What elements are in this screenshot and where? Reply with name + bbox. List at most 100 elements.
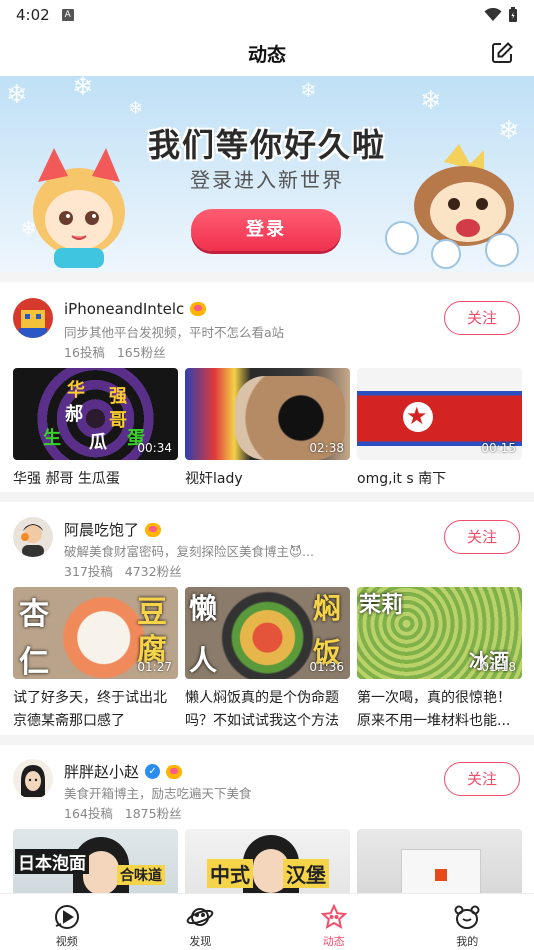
- thumb-text: 华: [67, 380, 85, 401]
- video-thumbnail: ★ 00:15: [357, 368, 522, 460]
- video-thumbnail: 华 强 郝 哥 生 瓜 蛋 00:34: [13, 368, 178, 460]
- snowflake-icon: ❄: [420, 86, 442, 116]
- thumb-text: 人: [189, 644, 218, 677]
- post-count: 164投稿: [64, 806, 113, 821]
- video-thumbnail: 02:38: [185, 368, 350, 460]
- uploader-name: 胖胖赵小赵: [64, 763, 140, 781]
- video-duration: 02:38: [309, 441, 344, 455]
- thumb-text: 仁: [19, 645, 49, 679]
- video-thumbnail: 懒 焖 人 饭 01:36: [185, 587, 350, 679]
- tab-feed[interactable]: 动态: [267, 894, 401, 950]
- video-card[interactable]: 茉莉 冰酒 01:18 第一次喝，真的很惊艳！原来不用一堆材料也能...: [357, 587, 522, 733]
- tab-label: 动态: [322, 935, 345, 948]
- video-duration: 00:15: [481, 441, 516, 455]
- uploader-name: 阿晨吃饱了: [64, 521, 140, 539]
- fan-count: 165粉丝: [116, 345, 166, 360]
- planet-icon: [186, 908, 214, 926]
- video-card[interactable]: 02:38 视奸lady: [185, 368, 350, 491]
- video-title: omg,it s 南下: [357, 471, 447, 487]
- vip-badge-icon: [166, 764, 183, 779]
- vip-badge-icon: [145, 522, 162, 537]
- bear-face-icon: [454, 905, 480, 929]
- tab-discover[interactable]: 发现: [134, 894, 268, 950]
- tab-label: 视频: [55, 935, 78, 948]
- uploader-stats: 317投稿 4732粉丝: [64, 561, 182, 580]
- thumb-text: 汉堡: [283, 859, 329, 888]
- page-title: 动态: [247, 43, 286, 66]
- snowflake-icon: ❄: [300, 78, 317, 102]
- section-divider: [0, 492, 534, 502]
- video-duration: 00:34: [137, 441, 172, 455]
- video-icon: [54, 905, 79, 929]
- uploader-name-row[interactable]: 阿晨吃饱了: [64, 519, 162, 540]
- tab-label: 我的: [456, 935, 479, 948]
- video-card[interactable]: 懒 焖 人 饭 01:36 懒人焖饭真的是个伪命题吗？不如试试我这个方法: [185, 587, 350, 733]
- tab-me[interactable]: 我的: [401, 894, 534, 950]
- uploader-bio: 美食开箱博主，励志吃遍天下美食: [64, 786, 252, 801]
- thumb-text: 强: [109, 386, 127, 407]
- thumb-text: 日本泡面: [15, 849, 89, 874]
- uploader-name: iPhoneandIntelc: [64, 300, 185, 318]
- video-card[interactable]: ★ 00:15 omg,it s 南下: [357, 368, 522, 491]
- uploader-stats: 16投稿 165粉丝: [64, 342, 166, 361]
- video-title: 华强 郝哥 生瓜蛋: [13, 471, 120, 487]
- video-row: 杏 豆 仁 腐 01:27 试了好多天，终于试出北京德某斋那口感了 懒 焖 人 …: [13, 587, 522, 733]
- status-bar: 4:02 A: [0, 0, 534, 30]
- vip-badge-icon: [190, 302, 207, 316]
- video-card[interactable]: 华 强 郝 哥 生 瓜 蛋 00:34 华强 郝哥 生瓜蛋: [13, 368, 178, 491]
- thumb-text: 焖: [313, 592, 342, 625]
- avatar[interactable]: [13, 517, 53, 557]
- video-thumbnail: 杏 豆 仁 腐 01:27: [13, 587, 178, 679]
- login-button[interactable]: 登录: [191, 209, 341, 251]
- battery-icon: [509, 7, 517, 22]
- thumb-text: 茉莉: [359, 593, 404, 618]
- video-card[interactable]: 杏 豆 仁 腐 01:27 试了好多天，终于试出北京德某斋那口感了: [13, 587, 178, 733]
- verified-icon: ✓: [145, 764, 161, 779]
- video-title: 视奸lady: [185, 471, 243, 487]
- video-title: 懒人焖饭真的是个伪命题吗？不如试试我这个方法: [185, 690, 339, 729]
- thumb-text: 中式: [207, 859, 253, 888]
- status-time: 4:02: [16, 6, 50, 24]
- video-row: 华 强 郝 哥 生 瓜 蛋 00:34 华强 郝哥 生瓜蛋 02:38 视奸la…: [13, 368, 522, 491]
- fan-count: 4732粉丝: [124, 564, 182, 579]
- app-header: 动态: [0, 30, 534, 76]
- uploader-stats: 164投稿 1875粉丝: [64, 803, 182, 822]
- follow-button[interactable]: 关注: [444, 520, 520, 554]
- thumb-text: 懒: [189, 592, 218, 625]
- avatar[interactable]: [13, 759, 53, 799]
- edit-icon: [492, 42, 513, 63]
- uploader-name-row[interactable]: iPhoneandIntelc: [64, 300, 207, 318]
- video-duration: 01:18: [481, 660, 516, 674]
- star-icon: [320, 904, 348, 930]
- video-duration: 01:27: [137, 660, 172, 674]
- tab-label: 发现: [189, 935, 212, 948]
- follow-button[interactable]: 关注: [444, 762, 520, 796]
- snowflake-icon: ❄: [128, 98, 144, 119]
- thumb-text: 瓜: [89, 432, 107, 453]
- avatar[interactable]: [13, 298, 53, 338]
- post-count: 16投稿: [64, 345, 105, 360]
- section-divider: [0, 272, 534, 282]
- snowflake-icon: ❄: [6, 80, 28, 110]
- thumb-text: 杏: [19, 597, 49, 632]
- section-divider: [0, 735, 534, 745]
- bottom-tab-bar: 视频 发现 动态 我的: [0, 893, 534, 950]
- video-duration: 01:36: [309, 660, 344, 674]
- uploader-bio: 破解美食财富密码，复刻探险区美食博主😈...: [64, 544, 314, 559]
- edit-button[interactable]: [488, 39, 516, 67]
- tab-video[interactable]: 视频: [0, 894, 134, 950]
- video-title: 第一次喝，真的很惊艳！原来不用一堆材料也能...: [357, 690, 511, 729]
- thumb-text: 生: [43, 428, 61, 449]
- follow-button[interactable]: 关注: [444, 301, 520, 335]
- uploader-name-row[interactable]: 胖胖赵小赵 ✓: [64, 761, 183, 782]
- login-banner: ❄ ❄ ❄ ❄ ❄ ❄ ❄ ❄ 我们等你好久啦 登录进入新世界 登录: [0, 76, 534, 272]
- post-count: 317投稿: [64, 564, 113, 579]
- monkey-mascot: [385, 144, 519, 269]
- fan-count: 1875粉丝: [124, 806, 182, 821]
- uploader-bio: 同步其他平台发视频，平时不怎么看a站: [64, 325, 285, 340]
- thumb-text: 郝: [65, 404, 83, 425]
- thumb-text: 合味道: [117, 865, 165, 885]
- video-thumbnail: 茉莉 冰酒 01:18: [357, 587, 522, 679]
- notification-icon: A: [61, 9, 74, 21]
- thumb-text: 哥: [109, 410, 127, 431]
